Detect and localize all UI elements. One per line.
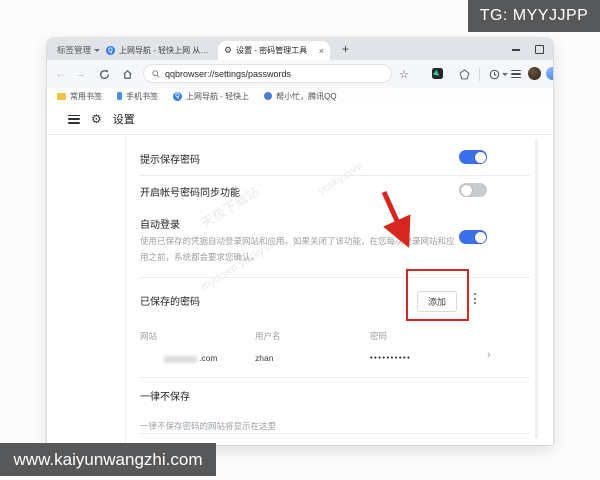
forward-icon[interactable]: → — [75, 68, 86, 80]
window-minimize-button[interactable] — [512, 49, 520, 51]
site-cell: .com — [199, 353, 218, 363]
red-annotation-arrow — [381, 190, 411, 248]
screenshot-canvas: TG: MYYJJPP www.kaiyunwangzhi.com 标签管理 Q… — [0, 0, 600, 480]
close-tab-icon[interactable]: × — [319, 46, 324, 56]
auto-login-toggle[interactable] — [459, 230, 487, 244]
section-divider — [140, 277, 530, 278]
tab-manager-button[interactable]: 标签管理 — [57, 44, 101, 56]
new-tab-button[interactable]: + — [342, 42, 349, 56]
username-cell: zhan — [255, 353, 274, 363]
back-icon[interactable]: ← — [55, 68, 66, 80]
settings-content: 天极下载站 mydown.yesky.com yesky.com 提示保存密码 … — [47, 135, 553, 445]
row-divider — [140, 377, 530, 378]
home-icon[interactable] — [122, 60, 133, 88]
browser-window: 标签管理 Q 上网导航 - 轻快上网 从这里开始 ⚙ 设置 - 密码管理工具 ×… — [47, 38, 553, 445]
toggle-knob — [474, 151, 486, 163]
tab-strip: 标签管理 Q 上网导航 - 轻快上网 从这里开始 ⚙ 设置 - 密码管理工具 ×… — [47, 38, 553, 60]
profile-avatar[interactable] — [546, 67, 553, 80]
tab-settings-passwords[interactable]: ⚙ 设置 - 密码管理工具 × — [218, 41, 330, 60]
gear-icon: ⚙ — [91, 112, 102, 126]
auto-login-title: 自动登录 — [140, 220, 180, 231]
tab-title: 上网导航 - 轻快上网 从这里开始 — [119, 46, 210, 55]
password-cell: •••••••••• — [370, 353, 412, 362]
address-bar[interactable]: qqbrowser://settings/passwords — [143, 64, 392, 83]
toolbar-divider — [479, 68, 480, 81]
extension-icon[interactable] — [432, 68, 443, 79]
phone-icon — [117, 92, 122, 100]
chevron-right-icon[interactable]: › — [487, 349, 491, 361]
search-icon — [152, 69, 160, 78]
toggle-knob — [460, 184, 472, 196]
column-username: 用户名 — [255, 331, 281, 341]
watermark-text: yesky.com — [315, 160, 366, 198]
avatar[interactable] — [528, 67, 541, 80]
history-button[interactable] — [489, 60, 508, 88]
never-save-title: 一律不保存 — [140, 392, 190, 403]
tab-navigation-home[interactable]: Q 上网导航 - 轻快上网 从这里开始 — [100, 41, 216, 60]
bookmark-folder-mobile[interactable]: 手机书签 — [117, 91, 158, 102]
settings-header: ⚙ 设置 — [47, 104, 553, 135]
download-shield-icon[interactable] — [459, 60, 470, 88]
site-watermark-overlay: www.kaiyunwangzhi.com — [0, 443, 216, 476]
bookmark-tencent-qq[interactable]: 帮小忙，腾讯QQ — [264, 91, 337, 102]
tab-title: 设置 - 密码管理工具 — [236, 46, 308, 55]
sync-label: 开启帐号密码同步功能 — [140, 188, 240, 199]
chevron-down-icon — [502, 72, 508, 76]
sidebar-divider — [125, 135, 126, 445]
hamburger-menu-icon[interactable] — [68, 114, 80, 124]
saved-passwords-title: 已保存的密码 — [140, 297, 200, 308]
toggle-knob — [474, 231, 486, 243]
sync-toggle[interactable] — [459, 183, 487, 197]
save-prompt-toggle[interactable] — [459, 150, 487, 164]
bookmark-label: 帮小忙，腾讯QQ — [276, 91, 337, 101]
menu-icon[interactable] — [511, 60, 521, 88]
url-text: qqbrowser://settings/passwords — [165, 68, 292, 79]
bookmarks-bar: 常用书签 手机书签 Q 上网导航 - 轻快上 帮小忙，腾讯QQ — [47, 88, 553, 105]
reload-icon[interactable] — [99, 60, 110, 88]
browser-toolbar: ← → qqbrowser://settings/passwords ☆ — [47, 60, 553, 89]
qqbrowser-logo-icon: Q — [173, 91, 182, 101]
bookmark-label: 常用书签 — [70, 91, 102, 101]
bookmark-folder-common[interactable]: 常用书签 — [57, 91, 102, 102]
bookmark-label: 手机书签 — [126, 91, 158, 101]
tab-manager-label: 标签管理 — [57, 45, 92, 55]
save-prompt-label: 提示保存密码 — [140, 155, 200, 166]
site-value-redacted — [164, 356, 197, 363]
bookmark-navigation[interactable]: Q 上网导航 - 轻快上 — [173, 91, 249, 102]
scrollbar[interactable] — [535, 139, 538, 439]
column-site: 网站 — [140, 331, 158, 341]
bookmark-star-icon[interactable]: ☆ — [399, 68, 409, 81]
never-save-hint: 一律不保存密码的网站将显示在这里 — [140, 421, 277, 431]
red-highlight-box — [406, 269, 469, 321]
window-maximize-button[interactable] — [535, 45, 544, 54]
section-divider — [140, 433, 530, 434]
more-options-icon[interactable] — [473, 293, 476, 304]
column-password: 密码 — [370, 331, 388, 341]
tg-contact-overlay: TG: MYYJJPP — [468, 0, 600, 32]
folder-icon — [57, 92, 66, 100]
qqbrowser-logo-icon: Q — [106, 46, 115, 55]
row-divider — [140, 175, 530, 176]
clock-icon — [489, 69, 500, 79]
penguin-icon — [264, 92, 273, 100]
auto-login-description: 使用已保存的凭据自动登录网站和应用。如果关闭了该功能，在您每次登录网站和应用之前… — [140, 236, 455, 262]
bookmark-label: 上网导航 - 轻快上 — [186, 91, 250, 101]
gear-icon: ⚙ — [224, 45, 233, 55]
page-title: 设置 — [112, 114, 135, 126]
